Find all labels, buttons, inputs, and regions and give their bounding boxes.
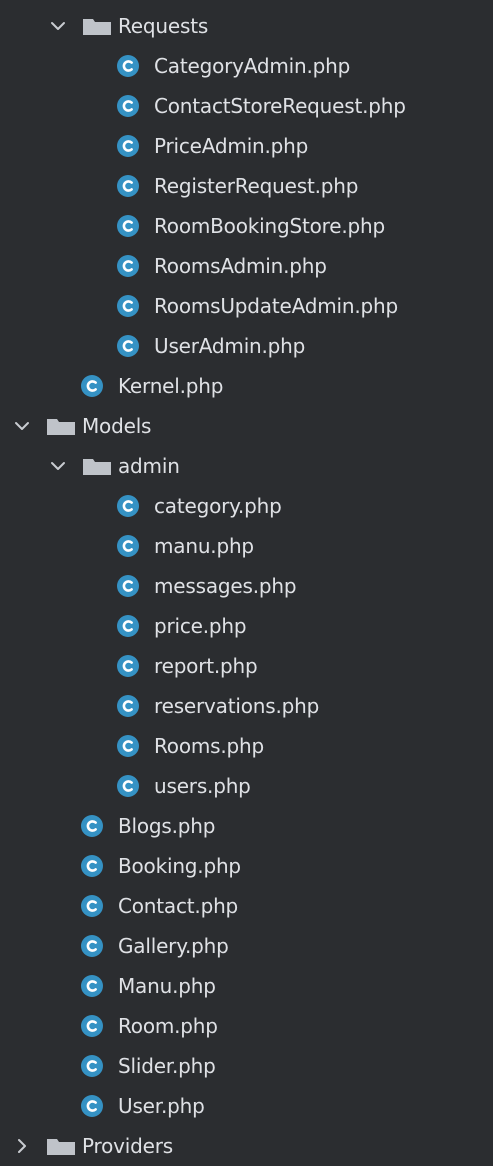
php-class-icon	[81, 855, 103, 877]
php-class-icon	[81, 895, 103, 917]
php-class-icon	[117, 215, 139, 237]
tree-file-manu-php[interactable]: Manu.php	[0, 966, 493, 1006]
tree-file-label: report.php	[154, 654, 258, 678]
tree-file-label: Contact.php	[118, 894, 239, 918]
php-class-icon	[117, 655, 139, 677]
tree-folder-models[interactable]: Models	[0, 406, 493, 446]
tree-file-roomsupdateadmin-php[interactable]: RoomsUpdateAdmin.php	[0, 286, 493, 326]
php-class-icon	[81, 1095, 103, 1117]
tree-file-priceadmin-php[interactable]: PriceAdmin.php	[0, 126, 493, 166]
php-class-icon	[117, 135, 139, 157]
tree-file-label: Room.php	[118, 1014, 218, 1038]
php-class-icon	[81, 375, 103, 397]
tree-file-rooms-php[interactable]: Rooms.php	[0, 726, 493, 766]
tree-file-manu-php[interactable]: manu.php	[0, 526, 493, 566]
php-class-icon	[117, 255, 139, 277]
tree-file-label: Rooms.php	[154, 734, 264, 758]
chevron-down-icon[interactable]	[48, 16, 68, 36]
tree-folder-label: Requests	[118, 14, 209, 38]
tree-folder-admin[interactable]: admin	[0, 446, 493, 486]
php-class-icon	[117, 535, 139, 557]
tree-file-registerrequest-php[interactable]: RegisterRequest.php	[0, 166, 493, 206]
tree-file-label: RoomsAdmin.php	[154, 254, 327, 278]
tree-file-reservations-php[interactable]: reservations.php	[0, 686, 493, 726]
php-class-icon	[117, 695, 139, 717]
tree-file-label: Blogs.php	[118, 814, 216, 838]
php-class-icon	[81, 1015, 103, 1037]
tree-file-label: manu.php	[154, 534, 254, 558]
php-class-icon	[81, 935, 103, 957]
tree-file-label: RoomBookingStore.php	[154, 214, 385, 238]
tree-file-roombookingstore-php[interactable]: RoomBookingStore.php	[0, 206, 493, 246]
tree-file-label: category.php	[154, 494, 282, 518]
tree-file-label: User.php	[118, 1094, 205, 1118]
tree-file-room-php[interactable]: Room.php	[0, 1006, 493, 1046]
php-class-icon	[117, 735, 139, 757]
tree-folder-label: admin	[118, 454, 180, 478]
php-class-icon	[117, 175, 139, 197]
tree-file-report-php[interactable]: report.php	[0, 646, 493, 686]
tree-file-label: price.php	[154, 614, 247, 638]
tree-file-label: Gallery.php	[118, 934, 229, 958]
tree-file-gallery-php[interactable]: Gallery.php	[0, 926, 493, 966]
tree-file-blogs-php[interactable]: Blogs.php	[0, 806, 493, 846]
folder-icon	[83, 19, 111, 35]
tree-file-label: PriceAdmin.php	[154, 134, 309, 158]
php-class-icon	[117, 575, 139, 597]
tree-file-useradmin-php[interactable]: UserAdmin.php	[0, 326, 493, 366]
tree-file-booking-php[interactable]: Booking.php	[0, 846, 493, 886]
tree-file-label: ContactStoreRequest.php	[154, 94, 406, 118]
php-class-icon	[117, 95, 139, 117]
php-class-icon	[117, 775, 139, 797]
tree-file-users-php[interactable]: users.php	[0, 766, 493, 806]
tree-file-slider-php[interactable]: Slider.php	[0, 1046, 493, 1086]
chevron-right-icon[interactable]	[12, 1136, 32, 1156]
project-tree: Requests CategoryAdmin.php ContactStoreReq…	[0, 0, 493, 1160]
folder-icon	[47, 1139, 75, 1155]
php-class-icon	[81, 1055, 103, 1077]
tree-file-label: users.php	[154, 774, 251, 798]
folder-icon	[83, 459, 111, 475]
tree-folder-requests[interactable]: Requests	[0, 6, 493, 46]
php-class-icon	[117, 615, 139, 637]
tree-file-label: Manu.php	[118, 974, 216, 998]
tree-file-label: messages.php	[154, 574, 297, 598]
php-class-icon	[117, 55, 139, 77]
tree-file-label: reservations.php	[154, 694, 320, 718]
chevron-down-icon[interactable]	[12, 416, 32, 436]
tree-file-user-php[interactable]: User.php	[0, 1086, 493, 1126]
tree-file-label: UserAdmin.php	[154, 334, 306, 358]
tree-file-label: CategoryAdmin.php	[154, 54, 351, 78]
tree-file-contactstorerequest-php[interactable]: ContactStoreRequest.php	[0, 86, 493, 126]
tree-file-categoryadmin-php[interactable]: CategoryAdmin.php	[0, 46, 493, 86]
tree-file-label: Slider.php	[118, 1054, 216, 1078]
tree-file-kernel-php[interactable]: Kernel.php	[0, 366, 493, 406]
php-class-icon	[81, 975, 103, 997]
tree-file-label: RoomsUpdateAdmin.php	[154, 294, 398, 318]
php-class-icon	[81, 815, 103, 837]
tree-file-category-php[interactable]: category.php	[0, 486, 493, 526]
tree-file-contact-php[interactable]: Contact.php	[0, 886, 493, 926]
tree-file-messages-php[interactable]: messages.php	[0, 566, 493, 606]
tree-folder-label: Models	[82, 414, 152, 438]
php-class-icon	[117, 295, 139, 317]
tree-folder-providers[interactable]: Providers	[0, 1126, 493, 1166]
tree-folder-label: Providers	[82, 1134, 173, 1158]
tree-file-roomsadmin-php[interactable]: RoomsAdmin.php	[0, 246, 493, 286]
chevron-down-icon[interactable]	[48, 456, 68, 476]
tree-file-label: Booking.php	[118, 854, 241, 878]
php-class-icon	[117, 495, 139, 517]
php-class-icon	[117, 335, 139, 357]
folder-icon	[47, 419, 75, 435]
tree-file-label: RegisterRequest.php	[154, 174, 359, 198]
tree-file-price-php[interactable]: price.php	[0, 606, 493, 646]
tree-file-label: Kernel.php	[118, 374, 224, 398]
